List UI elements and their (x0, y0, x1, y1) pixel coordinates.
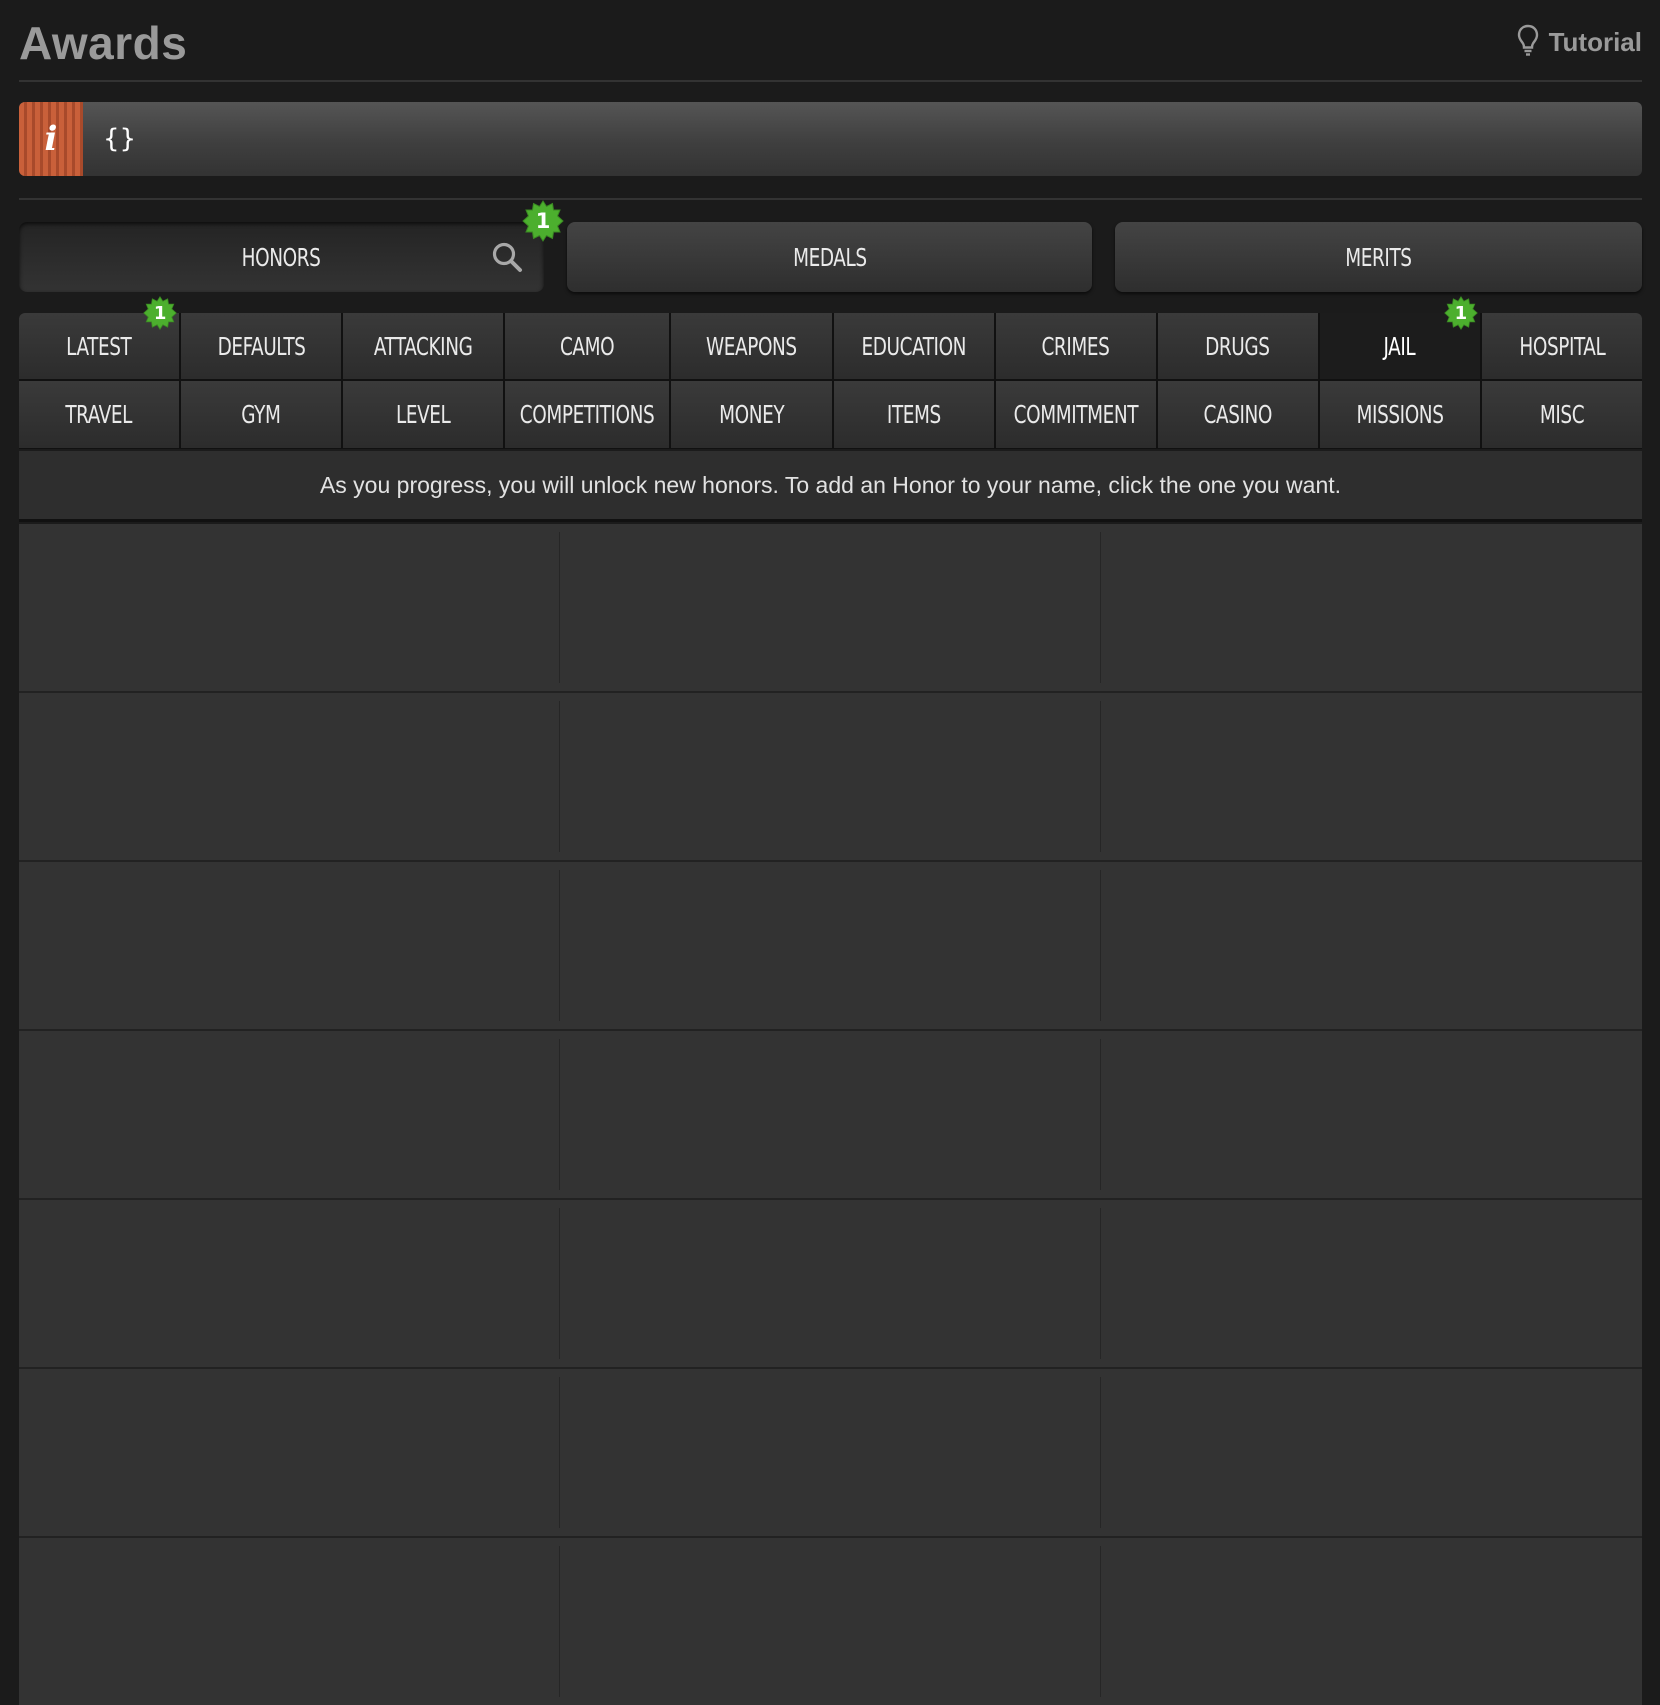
category-competitions[interactable]: COMPETITIONS (505, 381, 670, 448)
tab-medals-label: MEDALS (792, 242, 867, 272)
category-label: COMMITMENT (1013, 400, 1138, 429)
category-missions[interactable]: MISSIONS (1319, 381, 1480, 448)
honor-slot[interactable] (1101, 1538, 1642, 1705)
category-label: GYM (241, 400, 282, 429)
awards-page: Awards Tutorial i {} HONORS 1 MEDALS MER… (0, 0, 1660, 1705)
latest-count-badge: 1 (143, 296, 177, 330)
category-label: COMPETITIONS (520, 400, 655, 429)
honor-slot[interactable] (560, 693, 1101, 862)
category-label: WEAPONS (706, 331, 797, 361)
honor-slot[interactable] (560, 862, 1101, 1031)
honor-slot[interactable] (19, 693, 560, 862)
category-label: CRIMES (1041, 331, 1110, 361)
tab-honors-label: HONORS (242, 242, 321, 272)
category-money[interactable]: MONEY (671, 381, 832, 448)
honor-slot[interactable] (19, 862, 560, 1031)
category-casino[interactable]: CASINO (1157, 381, 1318, 448)
tutorial-button[interactable]: Tutorial (1517, 24, 1642, 61)
tab-medals[interactable]: MEDALS (567, 222, 1092, 292)
honor-slot[interactable] (19, 1200, 560, 1369)
category-weapons[interactable]: WEAPONS (671, 313, 832, 379)
honors-description: As you progress, you will unlock new hon… (19, 451, 1642, 522)
honor-slot[interactable] (1101, 1200, 1642, 1369)
category-label: TRAVEL (65, 400, 133, 429)
category-label: DEFAULTS (217, 331, 306, 361)
divider (19, 198, 1642, 200)
tab-honors[interactable]: HONORS (19, 222, 544, 292)
jail-badge-count: 1 (1454, 302, 1468, 324)
category-latest[interactable]: LATEST 1 (19, 296, 180, 379)
honor-slot[interactable] (19, 1031, 560, 1200)
honor-slot[interactable] (560, 1200, 1101, 1369)
honors-grid (19, 524, 1642, 1705)
category-label: HOSPITAL (1518, 331, 1605, 361)
lightbulb-icon (1517, 24, 1539, 61)
category-hospital[interactable]: HOSPITAL (1481, 313, 1642, 379)
search-icon[interactable] (490, 240, 524, 274)
category-commitment[interactable]: COMMITMENT (995, 381, 1156, 448)
category-label: CASINO (1203, 400, 1273, 429)
category-label: MISSIONS (1356, 400, 1444, 429)
category-attacking[interactable]: ATTACKING (343, 313, 504, 379)
category-label: JAIL (1383, 331, 1416, 361)
page-header: Awards Tutorial (19, 0, 1642, 82)
page-title: Awards (19, 17, 188, 69)
info-message-bar: i {} (19, 102, 1642, 176)
honor-slot[interactable] (19, 1538, 560, 1705)
category-items[interactable]: ITEMS (833, 381, 994, 448)
category-crimes[interactable]: CRIMES (995, 313, 1156, 379)
honor-slot[interactable] (19, 524, 560, 693)
honors-badge-count: 1 (535, 209, 551, 233)
category-camo[interactable]: CAMO (505, 313, 670, 379)
category-label: EDUCATION (861, 331, 966, 361)
category-misc[interactable]: MISC (1481, 381, 1642, 448)
category-label: LATEST (66, 331, 132, 361)
latest-badge-count: 1 (153, 302, 167, 324)
honor-slot[interactable] (1101, 693, 1642, 862)
honor-slot[interactable] (1101, 1369, 1642, 1538)
info-message: {} (103, 124, 137, 154)
category-label: CAMO (560, 331, 615, 361)
jail-count-badge: 1 (1444, 296, 1478, 330)
description-text: As you progress, you will unlock new hon… (319, 471, 1342, 498)
honor-slot[interactable] (560, 1538, 1101, 1705)
tutorial-label: Tutorial (1548, 27, 1642, 57)
tab-merits-label: MERITS (1345, 242, 1412, 272)
category-jail[interactable]: JAIL 1 (1319, 296, 1480, 379)
category-level[interactable]: LEVEL (343, 381, 504, 448)
honor-slot[interactable] (1101, 524, 1642, 693)
category-defaults[interactable]: DEFAULTS (181, 313, 342, 379)
category-label: MONEY (718, 400, 784, 429)
info-icon: i (19, 102, 83, 176)
honor-slot[interactable] (560, 1031, 1101, 1200)
category-label: ITEMS (886, 400, 941, 429)
honor-slot[interactable] (560, 1369, 1101, 1538)
honor-slot[interactable] (560, 524, 1101, 693)
honor-slot[interactable] (1101, 862, 1642, 1031)
category-drugs[interactable]: DRUGS (1157, 313, 1318, 379)
category-label: MISC (1539, 400, 1585, 429)
category-travel[interactable]: TRAVEL (19, 381, 180, 448)
category-grid: LATEST 1 DEFAULTS ATTACKING CAMO WEAPONS… (19, 296, 1642, 449)
honors-count-badge: 1 (522, 200, 564, 242)
honor-slot[interactable] (19, 1369, 560, 1538)
category-label: LEVEL (396, 400, 451, 429)
category-label: ATTACKING (373, 331, 473, 361)
honor-slot[interactable] (1101, 1031, 1642, 1200)
tab-merits[interactable]: MERITS (1115, 222, 1642, 292)
category-label: DRUGS (1205, 331, 1270, 361)
category-education[interactable]: EDUCATION (833, 313, 994, 379)
category-gym[interactable]: GYM (181, 381, 342, 448)
